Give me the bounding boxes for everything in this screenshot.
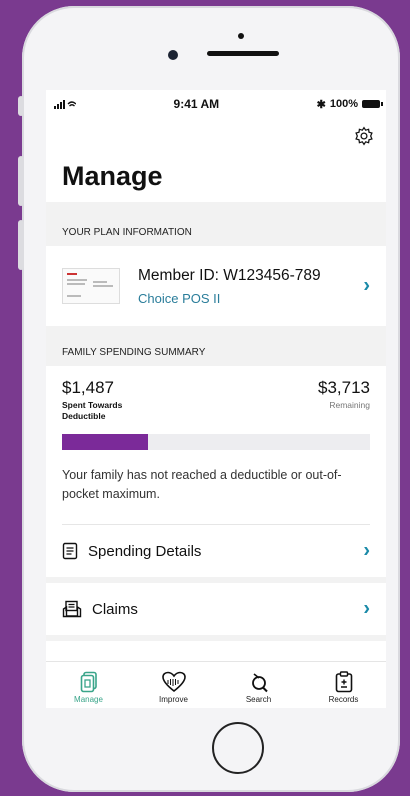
document-icon bbox=[62, 542, 78, 560]
tab-bar: Manage Improve Search Records bbox=[46, 661, 386, 708]
home-button[interactable] bbox=[212, 722, 264, 774]
search-icon bbox=[251, 673, 268, 693]
bluetooth-icon: ✱ bbox=[316, 98, 326, 111]
manage-icon bbox=[80, 671, 97, 693]
remaining-amount: $3,713 bbox=[318, 378, 370, 397]
claims-label: Claims bbox=[92, 600, 138, 618]
volume-down-button bbox=[18, 220, 24, 270]
plan-name: Choice POS II bbox=[138, 290, 221, 306]
gear-icon[interactable] bbox=[354, 126, 374, 146]
tab-label-manage: Manage bbox=[74, 695, 103, 704]
claims-row[interactable]: Claims › bbox=[46, 583, 386, 641]
chevron-right-icon: › bbox=[363, 539, 370, 562]
front-camera bbox=[168, 50, 178, 60]
signal-icon bbox=[54, 99, 76, 109]
clipboard-icon bbox=[335, 671, 352, 693]
status-bar: 9:41 AM ✱ 100% bbox=[46, 90, 386, 118]
earpiece-speaker bbox=[207, 51, 279, 56]
remaining-label: Remaining bbox=[329, 400, 370, 410]
plan-card-row[interactable]: Member ID: W123456-789 Choice POS II › bbox=[46, 246, 386, 326]
mute-switch bbox=[18, 96, 24, 116]
plan-section-heading: YOUR PLAN INFORMATION bbox=[46, 202, 386, 246]
claims-icon bbox=[62, 600, 82, 618]
tab-label-search: Search bbox=[245, 695, 272, 704]
spending-summary: $1,487 $3,713 Spent Towards Deductible R… bbox=[46, 366, 386, 525]
deductible-note: Your family has not reached a deductible… bbox=[62, 466, 370, 525]
tab-improve[interactable]: Improve bbox=[131, 662, 216, 708]
battery-icon bbox=[362, 100, 383, 108]
tab-label-improve: Improve bbox=[159, 695, 188, 704]
spent-amount: $1,487 bbox=[62, 378, 114, 397]
page-title: Manage bbox=[62, 161, 163, 191]
spending-details-row[interactable]: Spending Details › bbox=[46, 525, 386, 583]
tab-label-records: Records bbox=[328, 695, 359, 704]
heart-icon bbox=[161, 671, 186, 693]
member-id: Member ID: W123456-789 bbox=[138, 266, 321, 284]
deductible-progress-bar bbox=[62, 434, 370, 450]
member-card-thumbnail bbox=[62, 268, 120, 304]
status-time: 9:41 AM bbox=[173, 97, 220, 111]
tab-records[interactable]: Records bbox=[301, 662, 386, 708]
spending-section-heading: FAMILY SPENDING SUMMARY bbox=[46, 326, 386, 366]
volume-up-button bbox=[18, 156, 24, 206]
chevron-right-icon: › bbox=[363, 597, 370, 620]
tab-search[interactable]: Search bbox=[216, 662, 301, 708]
signal-wifi bbox=[54, 99, 76, 109]
spending-details-label: Spending Details bbox=[88, 542, 202, 560]
tab-manage[interactable]: Manage bbox=[46, 662, 131, 708]
chevron-right-icon: › bbox=[363, 274, 370, 297]
progress-fill bbox=[62, 434, 149, 450]
sensor bbox=[238, 33, 244, 39]
spent-label: Spent Towards Deductible bbox=[62, 400, 123, 421]
app-screen: 9:41 AM ✱ 100% Manage YOUR PLAN INFORMAT… bbox=[46, 90, 386, 708]
battery-percent: 100% bbox=[329, 98, 358, 110]
